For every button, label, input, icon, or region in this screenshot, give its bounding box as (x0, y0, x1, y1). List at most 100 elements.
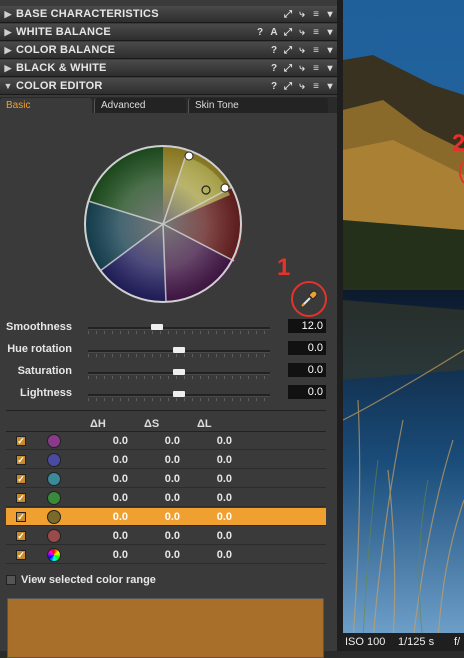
delta-dh-cell[interactable]: 0.0 (98, 530, 128, 542)
enable-checkbox[interactable]: ✓ (16, 531, 26, 541)
expand-icon[interactable]: ⤢ (281, 81, 295, 92)
expand-icon[interactable]: ⤢ (281, 27, 295, 38)
tool-header-color-balance[interactable]: ▶ COLOR BALANCE ? ⤢ ⤷ ≡ ▾ (0, 42, 337, 59)
delta-dl-cell[interactable]: 0.0 (202, 492, 232, 504)
color-dot (47, 434, 61, 448)
color-range-row[interactable]: ✓ 0.0 0.0 0.0 (6, 489, 326, 507)
expand-icon[interactable]: ⤢ (281, 45, 295, 56)
tool-title: COLOR EDITOR (16, 80, 103, 92)
aperture-readout: f/ (454, 636, 461, 648)
hue-rotation-value[interactable]: 0.0 (288, 341, 326, 355)
delta-dh-cell[interactable]: 0.0 (98, 492, 128, 504)
tool-header-base-characteristics[interactable]: ▶ BASE CHARACTERISTICS ⤢ ⤷ ≡ ▾ (0, 6, 337, 23)
reset-icon[interactable]: ⤷ (295, 45, 309, 56)
enable-checkbox[interactable]: ✓ (16, 512, 26, 522)
slider-knob[interactable] (151, 324, 164, 330)
view-selected-color-range[interactable]: View selected color range (6, 574, 156, 586)
reset-icon[interactable]: ⤷ (295, 81, 309, 92)
delta-ds-cell[interactable]: 0.0 (150, 530, 180, 542)
lightness-value[interactable]: 0.0 (288, 385, 326, 399)
color-range-row[interactable]: ✓ 0.0 0.0 0.0 (6, 432, 326, 450)
delta-dh-cell[interactable]: 0.0 (98, 511, 128, 523)
tab-skin-tone[interactable]: Skin Tone (188, 98, 328, 113)
collapsed-triangle-icon: ▶ (4, 62, 12, 73)
enable-checkbox[interactable]: ✓ (16, 493, 26, 503)
color-range-row[interactable]: ✓ 0.0 0.0 0.0 (6, 546, 326, 564)
range-handle[interactable] (220, 183, 230, 193)
menu-icon[interactable]: ≡ (309, 81, 323, 92)
color-wheel[interactable] (82, 143, 244, 305)
delta-ds-cell[interactable]: 0.0 (150, 511, 180, 523)
delta-ds-cell[interactable]: 0.0 (150, 549, 180, 561)
hue-rotation-label: Hue rotation (7, 343, 72, 355)
delta-dl-cell[interactable]: 0.0 (202, 511, 232, 523)
dropdown-icon[interactable]: ▾ (323, 81, 337, 92)
tool-header-white-balance[interactable]: ▶ WHITE BALANCE ? A ⤢ ⤷ ≡ ▾ (0, 24, 337, 41)
smoothness-value[interactable]: 12.0 (288, 319, 326, 333)
delta-ds-cell[interactable]: 0.0 (150, 435, 180, 447)
delta-dl-cell[interactable]: 0.0 (202, 454, 232, 466)
menu-icon[interactable]: ≡ (309, 45, 323, 56)
help-icon[interactable]: ? (267, 45, 281, 56)
reset-icon[interactable]: ⤷ (295, 27, 309, 38)
hue-rotation-slider[interactable] (88, 346, 270, 357)
saturation-label: Saturation (17, 365, 72, 377)
dropdown-icon[interactable]: ▾ (323, 27, 337, 38)
delta-dh-cell[interactable]: 0.0 (98, 473, 128, 485)
help-icon[interactable]: ? (267, 63, 281, 74)
image-viewer[interactable] (343, 0, 464, 651)
eyedropper-icon[interactable] (300, 290, 318, 308)
menu-icon[interactable]: ≡ (309, 9, 323, 20)
delta-ds-cell[interactable]: 0.0 (150, 492, 180, 504)
delta-dl-cell[interactable]: 0.0 (202, 530, 232, 542)
delta-dh-cell[interactable]: 0.0 (98, 435, 128, 447)
color-editor-tabs: Basic Advanced Skin Tone (0, 97, 337, 113)
slider-knob[interactable] (173, 347, 185, 353)
delta-ds-cell[interactable]: 0.0 (150, 454, 180, 466)
delta-dh-cell[interactable]: 0.0 (98, 549, 128, 561)
delta-ds-cell[interactable]: 0.0 (150, 473, 180, 485)
help-icon[interactable]: ? (253, 27, 267, 38)
enable-checkbox[interactable]: ✓ (16, 550, 26, 560)
view-range-checkbox[interactable] (6, 575, 16, 586)
saturation-value[interactable]: 0.0 (288, 363, 326, 377)
delta-dl-cell[interactable]: 0.0 (202, 435, 232, 447)
tab-basic[interactable]: Basic (0, 98, 92, 113)
tab-advanced[interactable]: Advanced (94, 98, 186, 113)
tool-title: BLACK & WHITE (16, 62, 107, 74)
lightness-slider[interactable] (88, 390, 270, 401)
color-range-row[interactable]: ✓ 0.0 0.0 0.0 (6, 451, 326, 469)
saturation-slider[interactable] (88, 368, 270, 379)
delta-lightness-header: ΔL (197, 418, 212, 430)
iso-readout: ISO 100 (345, 636, 386, 648)
dropdown-icon[interactable]: ▾ (323, 45, 337, 56)
color-range-row[interactable]: ✓ 0.0 0.0 0.0 (6, 527, 326, 545)
delta-dl-cell[interactable]: 0.0 (202, 549, 232, 561)
color-range-row[interactable]: ✓ 0.0 0.0 0.0 (6, 508, 326, 526)
help-icon[interactable]: ? (267, 81, 281, 92)
menu-icon[interactable]: ≡ (309, 63, 323, 74)
annotation-number-2: 2 (452, 130, 464, 157)
delta-hue-header: ΔH (90, 418, 106, 430)
selected-color-swatch (7, 598, 324, 658)
slider-knob[interactable] (173, 369, 185, 375)
enable-checkbox[interactable]: ✓ (16, 474, 26, 484)
smoothness-slider[interactable] (88, 323, 270, 334)
tool-header-black-white[interactable]: ▶ BLACK & WHITE ? ⤢ ⤷ ≡ ▾ (0, 60, 337, 77)
dropdown-icon[interactable]: ▾ (323, 9, 337, 20)
expand-icon[interactable]: ⤢ (281, 9, 295, 20)
enable-checkbox[interactable]: ✓ (16, 436, 26, 446)
expand-icon[interactable]: ⤢ (281, 63, 295, 74)
range-handle[interactable] (184, 151, 194, 161)
slider-knob[interactable] (173, 391, 185, 397)
auto-icon[interactable]: A (267, 27, 281, 38)
delta-dl-cell[interactable]: 0.0 (202, 473, 232, 485)
color-range-row[interactable]: ✓ 0.0 0.0 0.0 (6, 470, 326, 488)
delta-dh-cell[interactable]: 0.0 (98, 454, 128, 466)
enable-checkbox[interactable]: ✓ (16, 455, 26, 465)
reset-icon[interactable]: ⤷ (295, 9, 309, 20)
reset-icon[interactable]: ⤷ (295, 63, 309, 74)
dropdown-icon[interactable]: ▾ (323, 63, 337, 74)
menu-icon[interactable]: ≡ (309, 27, 323, 38)
tool-header-color-editor[interactable]: ▼ COLOR EDITOR ? ⤢ ⤷ ≡ ▾ (0, 78, 337, 95)
